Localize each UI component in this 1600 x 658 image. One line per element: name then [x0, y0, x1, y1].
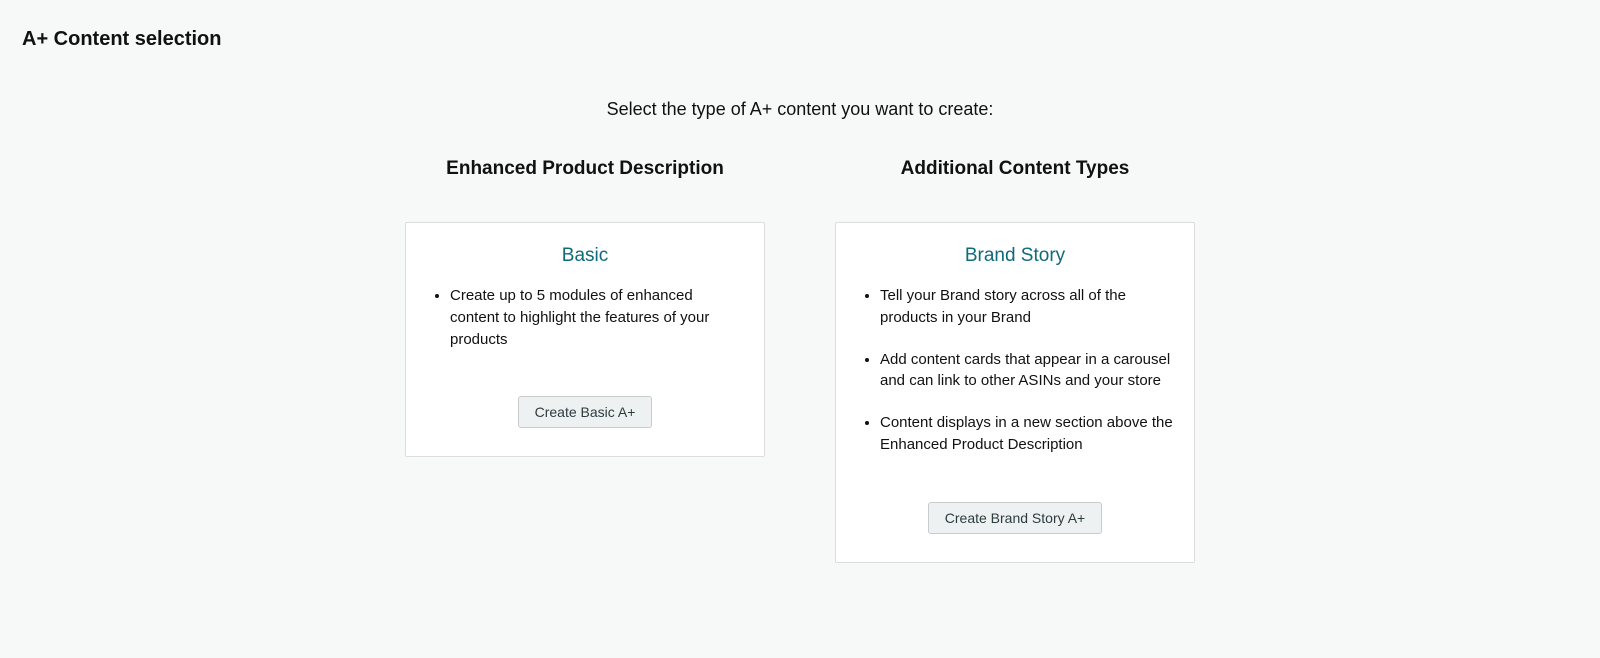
prompt-text: Select the type of A+ content you want t… — [400, 99, 1200, 120]
columns: Enhanced Product Description Basic Creat… — [400, 158, 1200, 563]
list-item: Create up to 5 modules of enhanced conte… — [450, 285, 746, 350]
card-title-brand-story: Brand Story — [854, 245, 1176, 267]
card-bullets-brand-story: Tell your Brand story across all of the … — [854, 285, 1176, 456]
create-basic-button[interactable]: Create Basic A+ — [518, 396, 653, 428]
content-area: Select the type of A+ content you want t… — [400, 51, 1200, 563]
card-bullets-basic: Create up to 5 modules of enhanced conte… — [424, 285, 746, 350]
column-heading-right: Additional Content Types — [901, 158, 1130, 180]
list-item: Content displays in a new section above … — [880, 412, 1176, 456]
card-basic: Basic Create up to 5 modules of enhanced… — [405, 222, 765, 457]
card-title-basic: Basic — [424, 245, 746, 267]
page-title: A+ Content selection — [0, 0, 1600, 51]
list-item: Add content cards that appear in a carou… — [880, 349, 1176, 393]
column-enhanced-product-description: Enhanced Product Description Basic Creat… — [400, 158, 770, 563]
create-brand-story-button[interactable]: Create Brand Story A+ — [928, 502, 1102, 534]
list-item: Tell your Brand story across all of the … — [880, 285, 1176, 329]
column-heading-left: Enhanced Product Description — [446, 158, 724, 180]
card-brand-story: Brand Story Tell your Brand story across… — [835, 222, 1195, 563]
column-additional-content-types: Additional Content Types Brand Story Tel… — [830, 158, 1200, 563]
